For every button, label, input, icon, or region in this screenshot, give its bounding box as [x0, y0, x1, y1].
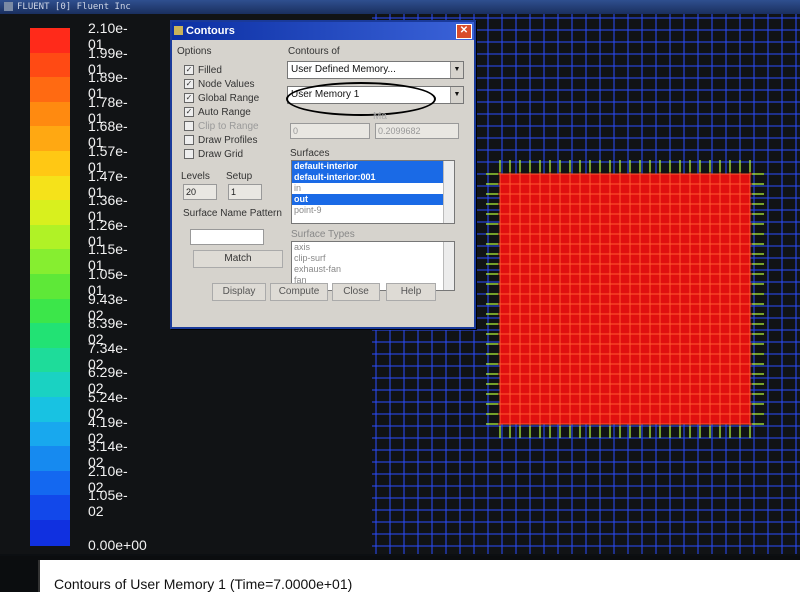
surface-type-item[interactable]: axis: [292, 242, 454, 253]
legend-swatch: [30, 274, 70, 300]
option-checkbox[interactable]: Draw Profiles: [184, 135, 257, 146]
close-button[interactable]: Close: [332, 283, 380, 301]
option-checkbox[interactable]: ✓ Auto Range: [184, 107, 251, 118]
legend-swatch: [30, 126, 70, 152]
scrollbar[interactable]: [443, 242, 454, 290]
surface-name-pattern-input[interactable]: [190, 229, 264, 245]
surface-list-item[interactable]: in: [292, 183, 454, 194]
contours-of-label: Contours of: [288, 46, 340, 57]
legend-swatch: [30, 421, 70, 448]
app-icon: [4, 2, 13, 11]
plot-caption: Contours of User Memory 1 (Time=7.0000e+…: [38, 560, 800, 592]
options-label: Options: [177, 46, 212, 57]
legend-swatch: [30, 175, 70, 202]
window-titlebar: FLUENT [0] Fluent Inc: [0, 0, 800, 14]
setup-stepper[interactable]: 1: [228, 184, 262, 200]
window-title: FLUENT [0] Fluent Inc: [17, 2, 131, 12]
surface-list-item[interactable]: point-9: [292, 205, 454, 216]
option-label: Global Range: [198, 93, 260, 104]
surface-list-item[interactable]: default-interior: [292, 161, 454, 172]
legend-swatch: [30, 298, 70, 325]
close-icon[interactable]: ✕: [456, 24, 472, 39]
chevron-down-icon: ▼: [450, 87, 463, 103]
option-checkbox[interactable]: ✓ Filled: [184, 65, 222, 76]
checkbox-checked-icon: ✓: [184, 93, 194, 104]
legend-swatch: [30, 52, 70, 79]
option-checkbox[interactable]: ✓ Global Range: [184, 93, 259, 104]
chevron-down-icon: ▼: [450, 62, 463, 78]
levels-stepper[interactable]: 20: [183, 184, 217, 200]
option-label: Draw Profiles: [198, 135, 258, 146]
dialog-icon: [174, 26, 183, 35]
scrollbar[interactable]: [443, 161, 454, 223]
option-label: Filled: [198, 65, 222, 76]
legend-label: 1.05e-02: [88, 487, 128, 520]
surface-name-pattern-label: Surface Name Pattern: [183, 208, 282, 219]
surface-list-item[interactable]: default-interior:001: [292, 172, 454, 183]
option-checkbox[interactable]: ✓ Node Values: [184, 79, 255, 90]
checkbox-unchecked-icon: [184, 149, 194, 160]
legend-swatch: [30, 101, 70, 128]
legend-swatch: [30, 372, 70, 398]
hot-region: [500, 174, 750, 424]
match-button[interactable]: Match: [193, 250, 283, 268]
contours-of-value: User Defined Memory...: [291, 64, 396, 75]
legend-swatch: [30, 323, 70, 349]
surfaces-list[interactable]: default-interior default-interior:001 in ou…: [291, 160, 455, 224]
checkbox-checked-icon: ✓: [184, 79, 194, 90]
levels-label: Levels: [181, 171, 210, 182]
option-label: Auto Range: [198, 107, 251, 118]
legend-swatch: [30, 249, 70, 275]
checkbox-checked-icon: ✓: [184, 65, 194, 76]
checkbox-checked-icon: ✓: [184, 107, 194, 118]
option-label: Clip to Range: [198, 121, 259, 132]
max-field[interactable]: 0.2099682: [375, 123, 459, 139]
legend-swatch: [30, 200, 70, 226]
option-checkbox[interactable]: Clip to Range: [184, 121, 259, 132]
dialog-titlebar[interactable]: Contours ✕: [172, 22, 474, 40]
legend-swatch: [30, 151, 70, 177]
legend-swatch: [30, 347, 70, 374]
surface-types-label: Surface Types: [291, 229, 355, 240]
surfaces-label: Surfaces: [290, 148, 330, 159]
legend-swatch: [30, 446, 70, 472]
legend-swatch: [30, 397, 70, 423]
legend-swatch: [30, 28, 70, 54]
display-button[interactable]: Display: [212, 283, 266, 301]
compute-button[interactable]: Compute: [270, 283, 328, 301]
help-button[interactable]: Help: [386, 283, 436, 301]
option-checkbox[interactable]: Draw Grid: [184, 149, 243, 160]
setup-label: Setup: [226, 171, 253, 182]
legend-swatch: [30, 520, 70, 546]
max-label: Ma: [373, 111, 387, 122]
surface-list-item[interactable]: out: [292, 194, 454, 205]
annotation-ellipse: [286, 82, 436, 116]
legend-swatch: [30, 495, 70, 521]
legend-swatch: [30, 470, 70, 497]
option-label: Draw Grid: [198, 149, 244, 160]
surface-type-item[interactable]: exhaust-fan: [292, 264, 454, 275]
legend-swatch: [30, 77, 70, 103]
checkbox-unchecked-icon: [184, 121, 194, 132]
contours-of-select[interactable]: User Defined Memory... ▼: [287, 61, 464, 79]
option-label: Node Values: [198, 79, 255, 90]
legend-swatch: [30, 224, 70, 251]
legend-label: 0.00e+00: [88, 536, 147, 553]
surface-type-item[interactable]: clip-surf: [292, 253, 454, 264]
dialog-title: Contours: [186, 25, 235, 37]
checkbox-unchecked-icon: [184, 135, 194, 146]
min-field[interactable]: 0: [290, 123, 370, 139]
